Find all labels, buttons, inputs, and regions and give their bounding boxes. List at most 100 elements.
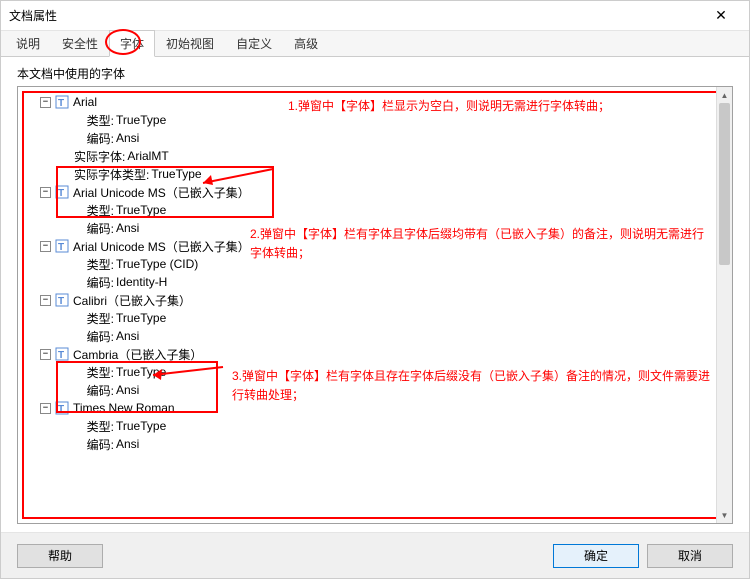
collapse-toggle-icon[interactable]: − [40,97,51,108]
property-key: 编码: [74,130,114,147]
font-type-icon: T [55,239,69,253]
font-row[interactable]: −T Times New Roman [40,399,728,417]
tab-custom[interactable]: 自定义 [225,30,283,56]
tab-fonts[interactable]: 字体 [109,30,155,57]
font-property: 实际字体类型:TrueType [74,165,728,183]
scroll-up-icon[interactable]: ▲ [717,87,732,103]
font-tree-box: −TArial类型:TrueType编码:Ansi实际字体:ArialMT实际字… [17,86,733,524]
font-row[interactable]: −T Arial Unicode MS（已嵌入子集） [40,183,728,201]
font-row[interactable]: −TCalibri（已嵌入子集） [40,291,728,309]
font-type-icon: T [55,95,69,109]
font-property: 编码:Ansi [74,129,728,147]
font-node: −TCambria（已嵌入子集）类型:TrueType编码:Ansi [40,345,728,399]
property-key: 编码: [74,382,114,399]
font-property: 编码:Ansi [74,435,728,453]
font-type-icon: T [55,293,69,307]
property-value: ArialMT [127,149,168,163]
property-key: 类型: [74,310,114,327]
tab-description[interactable]: 说明 [5,30,51,56]
help-button[interactable]: 帮助 [17,544,103,568]
property-value: Ansi [116,383,139,397]
property-key: 类型: [74,256,114,273]
property-key: 类型: [74,364,114,381]
scrollbar-track[interactable] [717,103,732,507]
content-area: 本文档中使用的字体 −TArial类型:TrueType编码:Ansi实际字体:… [1,57,749,532]
font-name: Cambria（已嵌入子集） [73,346,202,363]
property-key: 实际字体: [74,148,125,165]
group-label: 本文档中使用的字体 [17,65,733,82]
svg-text:T: T [58,98,64,109]
window-title: 文档属性 [9,7,701,24]
font-property: 类型:TrueType [74,417,728,435]
svg-text:T: T [58,350,64,361]
font-name: Times New Roman [73,401,175,415]
scrollbar-thumb[interactable] [719,103,730,265]
property-key: 类型: [74,202,114,219]
font-name: Arial Unicode MS（已嵌入子集） [73,184,250,201]
font-node: −TTimes New Roman类型:TrueType编码:Ansi [40,399,728,453]
property-key: 编码: [74,436,114,453]
ok-button[interactable]: 确定 [553,544,639,568]
collapse-toggle-icon[interactable]: − [40,295,51,306]
property-value: TrueType [116,203,166,217]
property-key: 编码: [74,328,114,345]
font-property: 类型:TrueType (CID) [74,255,728,273]
property-value: Identity-H [116,275,167,289]
vertical-scrollbar[interactable]: ▲ ▼ [716,87,732,523]
tab-bar: 说明 安全性 字体 初始视图 自定义 高级 [1,31,749,57]
dialog-window: 文档属性 ✕ 说明 安全性 字体 初始视图 自定义 高级 本文档中使用的字体 −… [0,0,750,579]
font-node: −T Arial Unicode MS（已嵌入子集）类型:TrueType (CI… [40,237,728,291]
property-value: TrueType [116,365,166,379]
collapse-toggle-icon[interactable]: − [40,241,51,252]
cancel-button[interactable]: 取消 [647,544,733,568]
font-row[interactable]: −T Arial [40,93,728,111]
font-property: 编码:Ansi [74,381,728,399]
property-key: 实际字体类型: [74,166,149,183]
font-property: 类型:TrueType [74,201,728,219]
property-value: Ansi [116,437,139,451]
font-node: −TCalibri（已嵌入子集）类型:TrueType编码:Ansi [40,291,728,345]
font-name: Arial [73,95,97,109]
property-key: 编码: [74,274,114,291]
svg-text:T: T [58,296,64,307]
close-icon[interactable]: ✕ [701,7,741,24]
property-value: TrueType [116,311,166,325]
property-key: 编码: [74,220,114,237]
dialog-footer: 帮助 确定 取消 [1,532,749,578]
font-node: −TArial Unicode MS（已嵌入子集）类型:TrueType编码:A… [40,183,728,237]
property-value: TrueType [116,419,166,433]
font-type-icon: T [55,347,69,361]
svg-text:T: T [58,404,64,415]
property-value: TrueType (CID) [116,257,198,271]
font-property: 类型:TrueType [74,363,728,381]
font-property: 编码:Ansi [74,219,728,237]
font-property: 类型:TrueType [74,309,728,327]
svg-text:T: T [58,188,64,199]
tab-advanced[interactable]: 高级 [283,30,329,56]
collapse-toggle-icon[interactable]: − [40,349,51,360]
property-value: TrueType [151,167,201,181]
property-value: TrueType [116,113,166,127]
font-node: −TArial类型:TrueType编码:Ansi实际字体:ArialMT实际字… [40,93,728,183]
font-property: 类型:TrueType [74,111,728,129]
scroll-down-icon[interactable]: ▼ [717,507,732,523]
titlebar: 文档属性 ✕ [1,1,749,31]
font-property: 编码:Ansi [74,327,728,345]
font-property: 编码:Identity-H [74,273,728,291]
property-key: 类型: [74,418,114,435]
tab-initial-view[interactable]: 初始视图 [155,30,225,56]
property-value: Ansi [116,131,139,145]
property-key: 类型: [74,112,114,129]
font-tree[interactable]: −TArial类型:TrueType编码:Ansi实际字体:ArialMT实际字… [18,87,732,523]
tab-security[interactable]: 安全性 [51,30,109,56]
svg-text:T: T [58,242,64,253]
font-row[interactable]: −T Arial Unicode MS（已嵌入子集） [40,237,728,255]
font-name: Arial Unicode MS（已嵌入子集） [73,238,250,255]
font-property: 实际字体:ArialMT [74,147,728,165]
font-type-icon: T [55,401,69,415]
collapse-toggle-icon[interactable]: − [40,403,51,414]
font-type-icon: T [55,185,69,199]
collapse-toggle-icon[interactable]: − [40,187,51,198]
property-value: Ansi [116,221,139,235]
font-row[interactable]: −T Cambria（已嵌入子集） [40,345,728,363]
